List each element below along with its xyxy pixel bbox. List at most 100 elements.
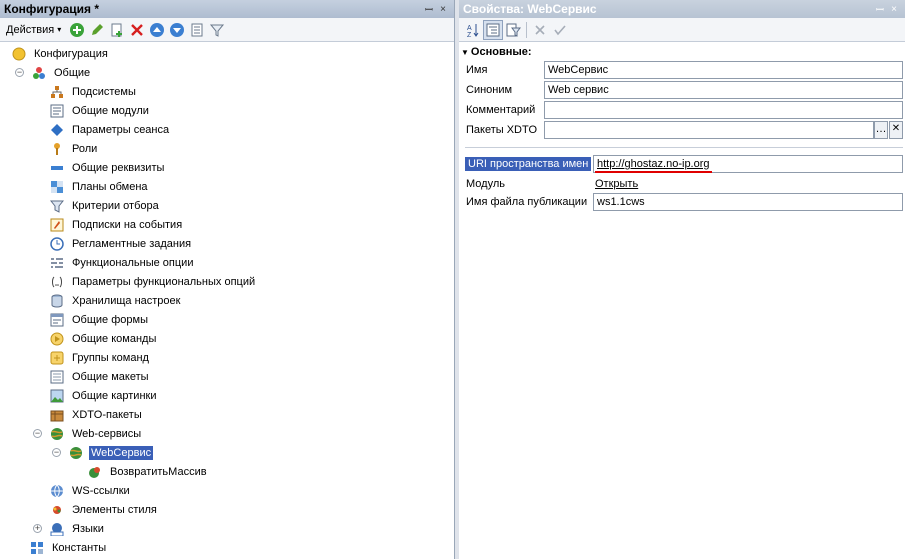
tree-item-web-services[interactable]: − Web-сервисы [33, 424, 143, 443]
tree-item-operation[interactable]: ВозвратитьМассив [88, 462, 209, 481]
move-up-button[interactable] [147, 20, 167, 40]
tree-label: Роли [72, 142, 98, 155]
delete-button[interactable] [127, 20, 147, 40]
properties-toolbar: AZ [459, 18, 905, 42]
tree-item-filter-criteria[interactable]: Критерии отбора [50, 196, 161, 215]
tree-item-ws-links[interactable]: WS-ссылки [50, 481, 132, 500]
property-uri-row: URI пространства имен http://ghostaz.no-… [459, 155, 905, 175]
tree-item-functional-options[interactable]: Функциональные опции [50, 253, 195, 272]
dropdown-arrow-icon: ▾ [57, 25, 62, 34]
web-service-globe-icon [50, 427, 64, 441]
tree-label: Регламентные задания [72, 237, 192, 250]
tree-label: Хранилища настроек [72, 294, 181, 307]
filter-button[interactable] [207, 20, 227, 40]
collapse-icon[interactable]: − [52, 448, 61, 457]
categorized-view-icon[interactable] [483, 19, 503, 40]
language-icon [50, 522, 64, 536]
tree-item-session-parameters[interactable]: Параметры сеанса [50, 120, 171, 139]
tree-item-functional-option-parameters[interactable]: Параметры функциональных опций [50, 272, 257, 291]
copy-button[interactable] [107, 20, 127, 40]
apply-check-icon[interactable] [550, 20, 570, 40]
select-ellipsis-button[interactable]: … [874, 121, 888, 139]
tree-item-common-templates[interactable]: Общие макеты [50, 367, 151, 386]
ellipsis-icon: … [875, 123, 887, 135]
section-divider [465, 147, 903, 148]
collapse-icon[interactable]: − [33, 429, 42, 438]
tree-item-languages[interactable]: + Языки [33, 519, 106, 538]
tree-item-common[interactable]: − Общие [15, 63, 92, 82]
uri-value: http://ghostaz.no-ip.org [597, 158, 710, 170]
name-label: Имя [466, 64, 488, 76]
web-service-globe-icon [69, 446, 83, 460]
section-header-basic[interactable]: ▼ Основные: [459, 45, 905, 59]
synonym-input[interactable]: Web сервис [544, 81, 903, 99]
clear-button[interactable]: ✕ [889, 121, 903, 139]
session-parameter-icon [50, 123, 64, 137]
cancel-icon[interactable] [530, 20, 550, 40]
name-input[interactable]: WebСервис [544, 61, 903, 79]
svg-text:A: A [467, 25, 472, 32]
common-objects-icon [32, 66, 46, 80]
comment-input[interactable] [544, 101, 903, 119]
clear-x-icon: ✕ [891, 123, 901, 134]
tree-item-style-items[interactable]: Элементы стиля [50, 500, 159, 519]
clock-icon [50, 236, 64, 251]
tree-item-common-attributes[interactable]: Общие реквизиты [50, 158, 166, 177]
configuration-title: Конфигурация * [4, 2, 100, 16]
open-module-link[interactable]: Открыть [595, 178, 638, 190]
tree-label: Элементы стиля [72, 503, 157, 516]
tree-item-common-commands[interactable]: Общие команды [50, 329, 158, 348]
tree-item-configuration[interactable]: Конфигурация [12, 44, 110, 63]
comment-label: Комментарий [466, 104, 536, 116]
tree-label: Общие формы [72, 313, 148, 326]
tree-item-event-subscriptions[interactable]: Подписки на события [50, 215, 184, 234]
configuration-toolbar: Действия ▾ [0, 18, 454, 42]
tree-item-subsystems[interactable]: Подсистемы [50, 82, 138, 101]
edit-button[interactable] [87, 20, 107, 40]
actions-menu[interactable]: Действия ▾ [4, 24, 67, 36]
xdto-packages-label: Пакеты XDTO [466, 124, 538, 136]
tree-item-webservice[interactable]: − WebСервис [52, 443, 154, 462]
tree-label: Общие картинки [72, 389, 157, 402]
exchange-plan-icon [50, 180, 64, 194]
style-palette-icon [50, 503, 64, 517]
tree-label: Конфигурация [34, 47, 108, 60]
tree-item-settings-storages[interactable]: Хранилища настроек [50, 291, 182, 310]
tree-item-common-modules[interactable]: Общие модули [50, 101, 151, 120]
tree-item-constants[interactable]: Константы [30, 538, 108, 557]
tree-item-scheduled-jobs[interactable]: Регламентные задания [50, 234, 193, 253]
property-comment-row: Комментарий [459, 101, 905, 121]
toolbar-separator [526, 21, 527, 38]
sort-alphabetical-icon[interactable]: AZ [463, 20, 483, 40]
collapse-icon[interactable]: − [15, 68, 24, 77]
tree-label: Критерии отбора [72, 199, 159, 212]
tree-label: Функциональные опции [72, 256, 194, 269]
xdto-packages-input[interactable] [544, 121, 874, 139]
uri-label: URI пространства имен [465, 157, 592, 171]
pin-icon[interactable]: ꟷ [422, 2, 436, 16]
sort-list-button[interactable] [187, 20, 207, 40]
svg-text:Z: Z [467, 32, 472, 38]
pin-icon[interactable]: ꟷ [873, 2, 887, 16]
close-icon[interactable]: × [887, 4, 901, 15]
property-filter-icon[interactable] [503, 20, 523, 40]
configuration-panel: Конфигурация * ꟷ × Действия ▾ Конфигурац… [0, 0, 455, 559]
property-publication-file-row: Имя файла публикации ws1.1cws [459, 193, 905, 213]
tree-item-common-forms[interactable]: Общие формы [50, 310, 150, 329]
collapse-triangle-icon: ▼ [461, 47, 469, 57]
close-icon[interactable]: × [436, 4, 450, 15]
tree-item-exchange-plans[interactable]: Планы обмена [50, 177, 150, 196]
tree-item-roles[interactable]: Роли [50, 139, 99, 158]
template-icon [50, 370, 64, 384]
publication-file-input[interactable]: ws1.1cws [593, 193, 903, 211]
tree-label: Web-сервисы [72, 427, 142, 440]
tree-item-xdto-packages[interactable]: XDTO-пакеты [50, 405, 144, 424]
publication-file-label: Имя файла публикации [466, 196, 588, 208]
expand-icon[interactable]: + [33, 524, 42, 533]
tree-item-common-pictures[interactable]: Общие картинки [50, 386, 159, 405]
tree-item-command-groups[interactable]: Группы команд [50, 348, 151, 367]
add-button[interactable] [67, 20, 87, 40]
ws-link-globe-icon [50, 484, 64, 498]
properties-title: Свойства: WebСервис [463, 2, 597, 16]
move-down-button[interactable] [167, 20, 187, 40]
